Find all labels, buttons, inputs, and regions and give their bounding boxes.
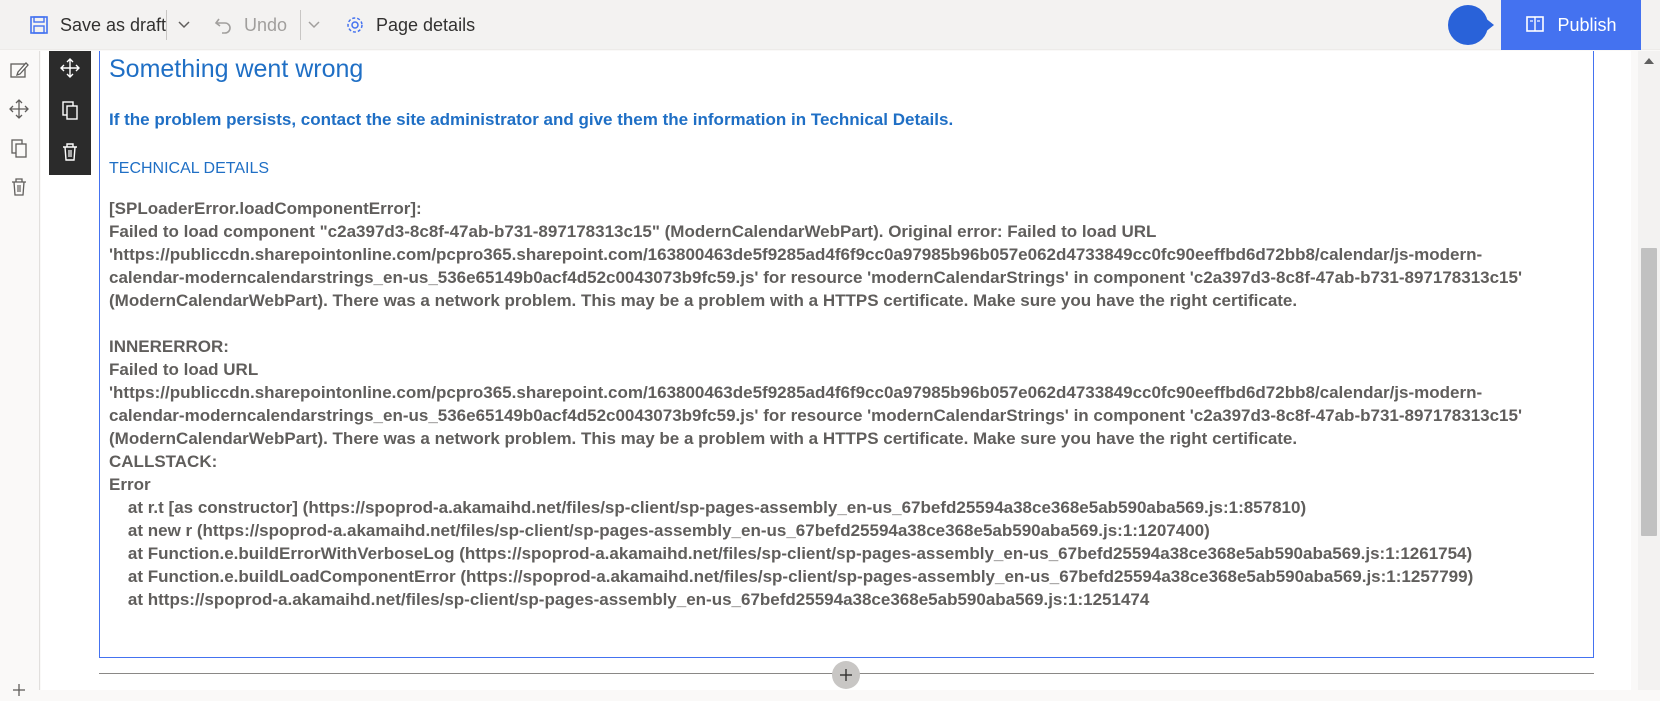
- add-section-button[interactable]: [832, 661, 860, 689]
- plus-icon: [840, 669, 852, 681]
- publish-label: Publish: [1557, 14, 1617, 35]
- command-bar: Save as draft Undo Page details Publish: [0, 0, 1660, 50]
- move-icon[interactable]: [8, 98, 30, 120]
- scroll-up-arrow[interactable]: [1644, 58, 1654, 64]
- technical-details-toggle[interactable]: TECHNICAL DETAILS: [109, 160, 269, 178]
- error-subtitle: If the problem persists, contact the sit…: [109, 110, 954, 129]
- book-icon: [1525, 14, 1547, 36]
- plus-icon[interactable]: [8, 679, 30, 701]
- chevron-down-icon: [178, 21, 190, 29]
- technical-details-text: [SPLoaderError.loadComponentError]: Fail…: [109, 199, 1523, 609]
- page-details-button[interactable]: Page details: [344, 0, 475, 50]
- left-toolbar: [0, 51, 40, 696]
- edit-icon[interactable]: [8, 59, 30, 81]
- separator: [166, 10, 167, 40]
- publish-button[interactable]: Publish: [1501, 0, 1641, 50]
- scrollbar-thumb[interactable]: [1641, 248, 1657, 536]
- duplicate-icon[interactable]: [8, 137, 30, 159]
- save-as-draft-label: Save as draft: [60, 14, 167, 35]
- save-icon: [28, 14, 50, 36]
- undo-button[interactable]: Undo: [212, 0, 287, 50]
- gear-icon: [344, 14, 366, 36]
- avatar-pointer: [1484, 17, 1494, 33]
- undo-icon: [212, 14, 234, 36]
- trash-icon[interactable]: [59, 141, 81, 163]
- webpart-toolbar: [49, 51, 91, 175]
- page-details-label: Page details: [376, 14, 476, 35]
- separator: [300, 10, 301, 40]
- coauthor-avatar[interactable]: [1448, 5, 1488, 45]
- trash-icon[interactable]: [8, 176, 30, 198]
- error-title: Something went wrong: [109, 55, 364, 83]
- duplicate-icon[interactable]: [59, 99, 81, 121]
- undo-options-chevron[interactable]: [302, 0, 326, 50]
- undo-label: Undo: [244, 14, 288, 35]
- save-options-chevron[interactable]: [172, 0, 196, 50]
- move-icon[interactable]: [59, 57, 81, 79]
- chevron-down-icon: [308, 21, 320, 29]
- save-as-draft-button[interactable]: Save as draft: [28, 0, 166, 50]
